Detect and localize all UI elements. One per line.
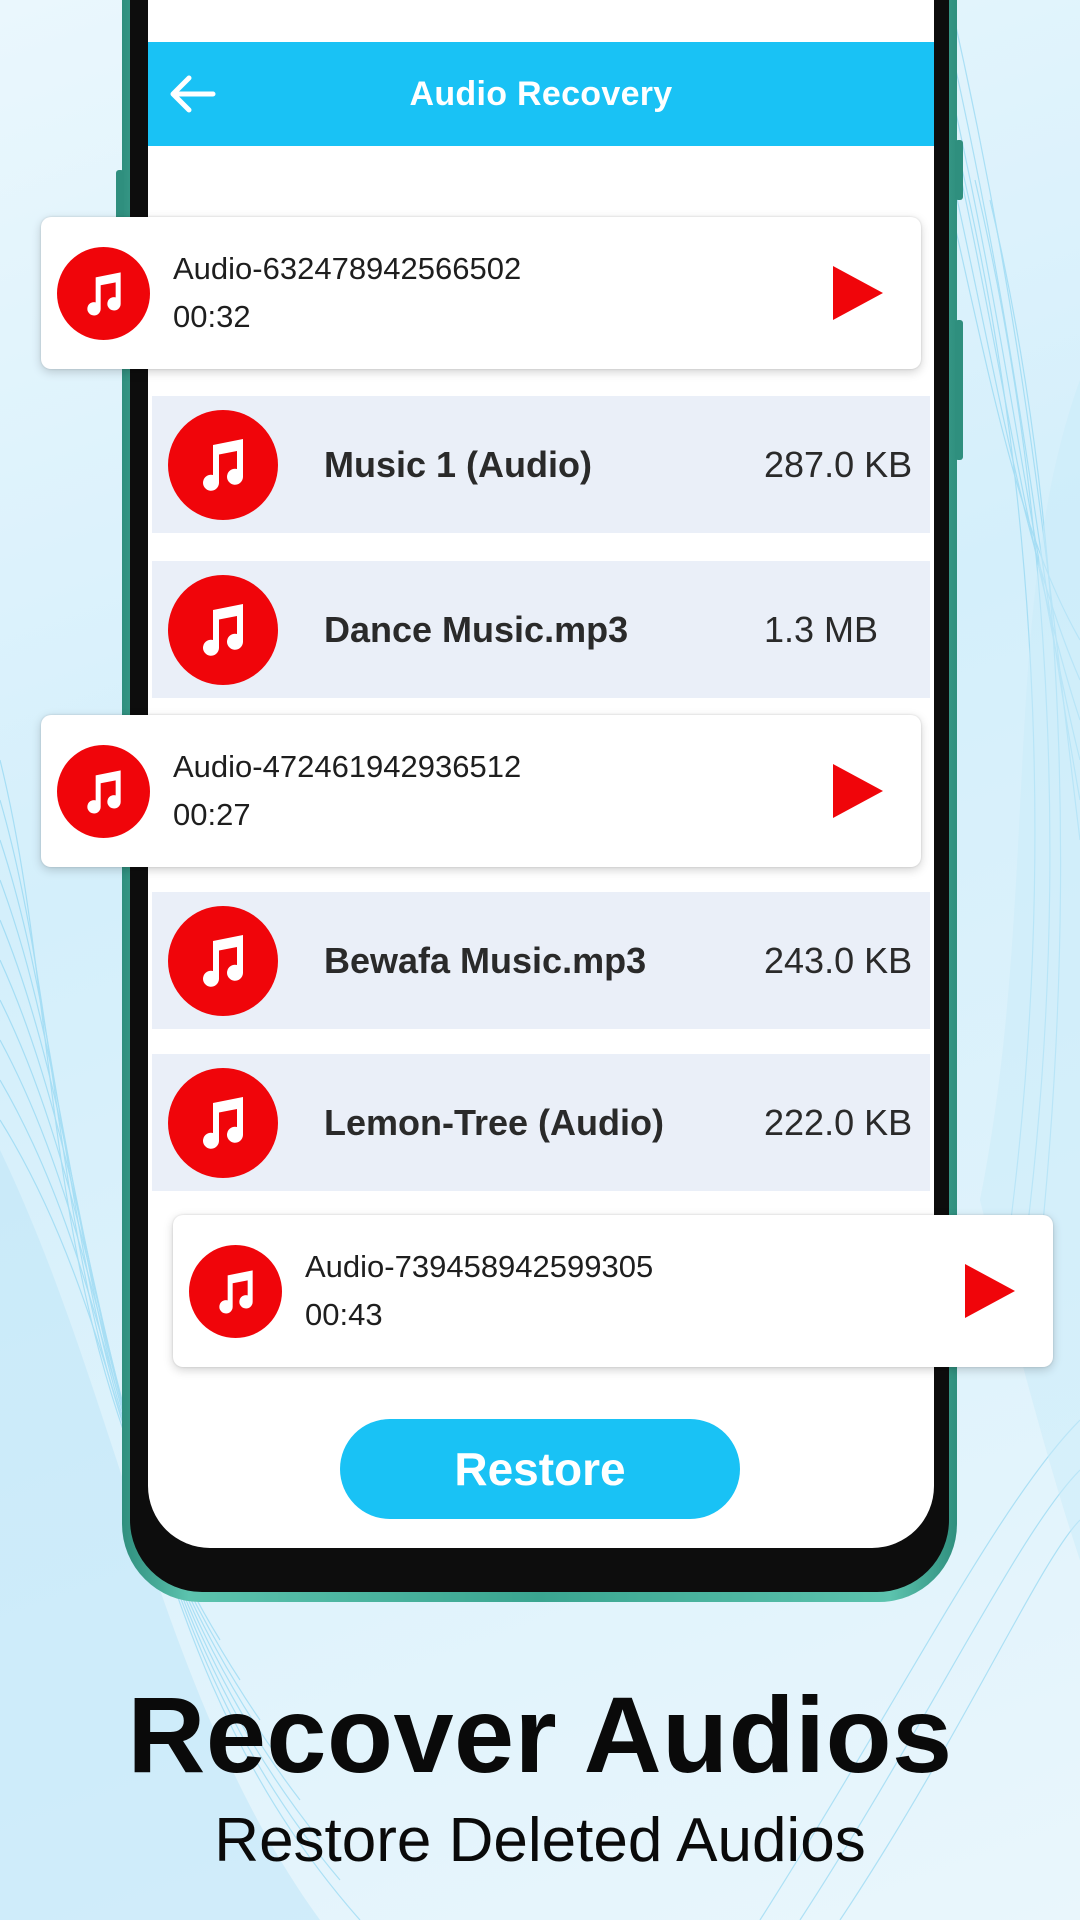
audio-name: Lemon-Tree (Audio) [324,1101,664,1143]
audio-card-duration: 00:32 [173,299,251,334]
arrow-left-icon [170,75,216,113]
audio-card[interactable]: Audio-632478942566502 00:32 [41,217,921,369]
restore-button[interactable]: Restore [340,1419,740,1519]
audio-card[interactable]: Audio-739458942599305 00:43 [173,1215,1053,1367]
audio-name: Music 1 (Audio) [324,443,592,485]
play-icon[interactable] [827,761,887,821]
audio-list-item[interactable]: Lemon-Tree (Audio) 222.0 KB [152,1054,930,1191]
audio-card-duration: 00:43 [305,1297,383,1332]
audio-card-title: Audio-739458942599305 [305,1249,654,1284]
music-note-icon [57,247,150,340]
audio-list-item[interactable]: Bewafa Music.mp3 243.0 KB [152,892,930,1029]
audio-name: Dance Music.mp3 [324,608,629,650]
play-icon[interactable] [827,263,887,323]
audio-card-title: Audio-472461942936512 [173,749,522,784]
audio-size: 1.3 MB [764,608,879,650]
audio-size: 243.0 KB [764,939,913,981]
music-note-icon [168,905,278,1016]
audio-card-title: Audio-632478942566502 [173,251,522,286]
music-note-icon [168,574,278,685]
promo-subline: Restore Deleted Audios [214,1806,866,1875]
phone-side-button [955,140,963,200]
app-bar: Audio Recovery [148,42,934,146]
audio-card-duration: 00:27 [173,797,251,832]
music-note-icon [168,1067,278,1178]
audio-card[interactable]: Audio-472461942936512 00:27 [41,715,921,867]
promo-headline: Recover Audios [127,1674,953,1795]
page-title: Audio Recovery [409,74,673,113]
back-button[interactable] [164,68,220,120]
audio-name: Bewafa Music.mp3 [324,939,647,981]
audio-list-item[interactable]: Dance Music.mp3 1.3 MB [152,561,930,698]
audio-list-item[interactable]: Music 1 (Audio) 287.0 KB [152,396,930,533]
music-note-icon [168,409,278,520]
phone-side-button [955,320,963,460]
play-icon[interactable] [959,1261,1019,1321]
audio-size: 222.0 KB [764,1101,913,1143]
music-note-icon [57,745,150,838]
music-note-icon [189,1245,282,1338]
audio-size: 287.0 KB [764,443,913,485]
